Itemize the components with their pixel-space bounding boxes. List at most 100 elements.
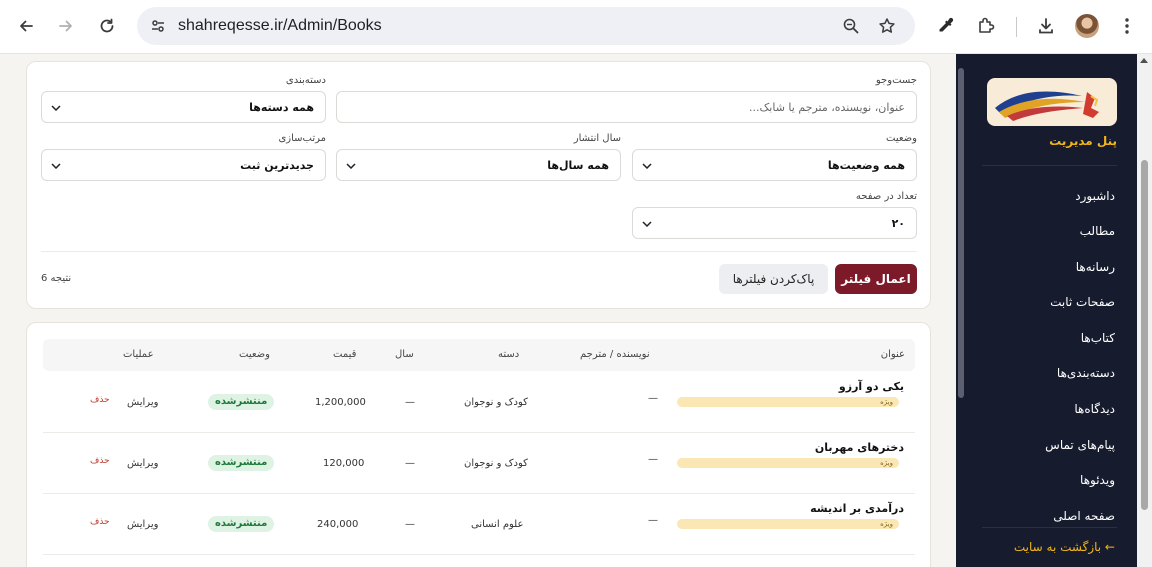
- book-title[interactable]: یکی دو آرزو: [839, 380, 904, 393]
- row-divider: [43, 493, 915, 494]
- per-page-label: تعداد در صفحه: [855, 191, 917, 202]
- sort-value: جدیدترین ثبت: [240, 159, 314, 172]
- per-page-select[interactable]: ۲۰: [632, 207, 917, 239]
- search-input[interactable]: عنوان، نویسنده، مترجم یا شابک...: [336, 91, 917, 123]
- sidebar-item-books[interactable]: کتاب‌ها: [975, 331, 1115, 345]
- site-settings-icon[interactable]: [145, 13, 171, 39]
- search-placeholder: عنوان، نویسنده، مترجم یا شابک...: [748, 101, 905, 114]
- header-year: سال: [395, 349, 414, 360]
- site-logo[interactable]: [987, 78, 1117, 126]
- status-select[interactable]: همه وضعیت‌ها: [632, 149, 917, 181]
- year-cell: —: [405, 397, 415, 408]
- price-cell: 120,000: [323, 458, 365, 469]
- edit-link[interactable]: ویرایش: [127, 519, 158, 530]
- year-value: همه سال‌ها: [547, 159, 609, 172]
- back-to-site-link[interactable]: ← بازگشت به سایت: [1014, 540, 1115, 554]
- sidebar-scrollbar[interactable]: [957, 58, 965, 403]
- sidebar-item-comments[interactable]: دیدگاه‌ها: [975, 402, 1115, 416]
- filter-panel: جست‌وجو عنوان، نویسنده، مترجم یا شابک...…: [26, 61, 931, 309]
- eyedropper-icon[interactable]: [932, 13, 958, 39]
- year-cell: —: [405, 519, 415, 530]
- admin-sidebar: پنل مدیریت داشبورد مطالب رسانه‌ها صفحات …: [956, 54, 1137, 567]
- sidebar-item-posts[interactable]: مطالب: [975, 224, 1115, 238]
- page-scroll-thumb[interactable]: [1141, 160, 1148, 510]
- sidebar-item-pages[interactable]: صفحات ثابت: [975, 295, 1115, 309]
- address-bar[interactable]: shahreqesse.ir/Admin/Books: [137, 7, 915, 45]
- author-cell: —: [648, 393, 658, 404]
- panel-title: پنل مدیریت: [1049, 134, 1117, 148]
- delete-link[interactable]: حذف: [90, 395, 110, 405]
- category-select[interactable]: همه دسته‌ها: [41, 91, 326, 123]
- status-badge: منتشرشده: [208, 394, 275, 410]
- filter-divider: [41, 251, 917, 252]
- back-arrow-icon[interactable]: [11, 11, 41, 41]
- book-title[interactable]: دخترهای مهربان: [815, 441, 904, 454]
- row-divider: [43, 554, 915, 555]
- author-cell: —: [648, 515, 658, 526]
- profile-avatar[interactable]: [1075, 14, 1099, 38]
- category-cell: کودک و نوجوان: [464, 397, 528, 408]
- browser-toolbar: shahreqesse.ir/Admin/Books: [0, 0, 1152, 54]
- chevron-down-icon: [50, 160, 62, 172]
- sidebar-item-media[interactable]: رسانه‌ها: [975, 260, 1115, 274]
- header-category: دسته: [498, 349, 520, 360]
- header-price: قیمت: [333, 349, 357, 360]
- delete-link[interactable]: حذف: [90, 517, 110, 527]
- header-author: نویسنده / مترجم: [580, 349, 650, 360]
- sidebar-divider: [982, 527, 1117, 528]
- apply-filter-button[interactable]: اعمال فیلتر: [835, 264, 917, 294]
- sidebar-scroll-thumb[interactable]: [958, 68, 964, 398]
- sort-select[interactable]: جدیدترین ثبت: [41, 149, 326, 181]
- sidebar-item-contact-messages[interactable]: پیام‌های تماس: [975, 438, 1115, 452]
- author-cell: —: [648, 454, 658, 465]
- toolbar-separator: [1016, 17, 1017, 37]
- price-cell: 240,000: [317, 519, 359, 530]
- featured-badge: ویژه: [677, 458, 899, 468]
- sidebar-item-videos[interactable]: ویدئوها: [975, 473, 1115, 487]
- bookmark-star-icon[interactable]: [876, 15, 898, 37]
- books-table: عنوان نویسنده / مترجم دسته سال قیمت وضعی…: [26, 322, 931, 567]
- chevron-down-icon: [50, 102, 62, 114]
- price-cell: 1,200,000: [315, 397, 366, 408]
- result-count: 6 نتیجه: [41, 273, 72, 284]
- status-label: وضعیت: [886, 133, 917, 144]
- header-status: وضعیت: [239, 349, 270, 360]
- clear-filters-button[interactable]: پاک‌کردن فیلترها: [719, 264, 828, 294]
- row-divider: [43, 432, 915, 433]
- featured-badge: ویژه: [677, 519, 899, 529]
- delete-link[interactable]: حذف: [90, 456, 110, 466]
- category-cell: کودک و نوجوان: [464, 458, 528, 469]
- header-title: عنوان: [880, 349, 905, 360]
- sidebar-item-home[interactable]: صفحه اصلی: [975, 509, 1115, 523]
- category-cell: علوم انسانی: [471, 519, 524, 530]
- zoom-icon[interactable]: [840, 15, 862, 37]
- sidebar-item-dashboard[interactable]: داشبورد: [975, 189, 1115, 203]
- scroll-up-arrow-icon[interactable]: [1140, 58, 1148, 63]
- extensions-icon[interactable]: [973, 13, 999, 39]
- menu-dots-icon[interactable]: [1114, 13, 1140, 39]
- forward-arrow-icon[interactable]: [51, 11, 81, 41]
- page-scrollbar[interactable]: [1137, 54, 1152, 567]
- year-label: سال انتشار: [573, 133, 621, 144]
- sidebar-item-categories[interactable]: دسته‌بندی‌ها: [975, 366, 1115, 380]
- url-text[interactable]: shahreqesse.ir/Admin/Books: [178, 17, 382, 35]
- chevron-down-icon: [345, 160, 357, 172]
- sidebar-divider: [982, 165, 1117, 166]
- reload-icon[interactable]: [92, 11, 122, 41]
- chevron-down-icon: [641, 160, 653, 172]
- table-header: عنوان نویسنده / مترجم دسته سال قیمت وضعی…: [43, 339, 915, 371]
- per-page-value: ۲۰: [891, 217, 905, 230]
- status-badge: منتشرشده: [208, 516, 275, 532]
- year-cell: —: [405, 458, 415, 469]
- category-value: همه دسته‌ها: [249, 101, 314, 114]
- status-badge: منتشرشده: [208, 455, 275, 471]
- download-icon[interactable]: [1033, 13, 1059, 39]
- category-label: دسته‌بندی: [285, 75, 326, 86]
- chevron-down-icon: [641, 218, 653, 230]
- search-label: جست‌وجو: [875, 75, 917, 86]
- featured-badge: ویژه: [677, 397, 899, 407]
- book-title[interactable]: درآمدی بر اندیشه: [810, 502, 904, 515]
- edit-link[interactable]: ویرایش: [127, 458, 158, 469]
- year-select[interactable]: همه سال‌ها: [336, 149, 621, 181]
- edit-link[interactable]: ویرایش: [127, 397, 158, 408]
